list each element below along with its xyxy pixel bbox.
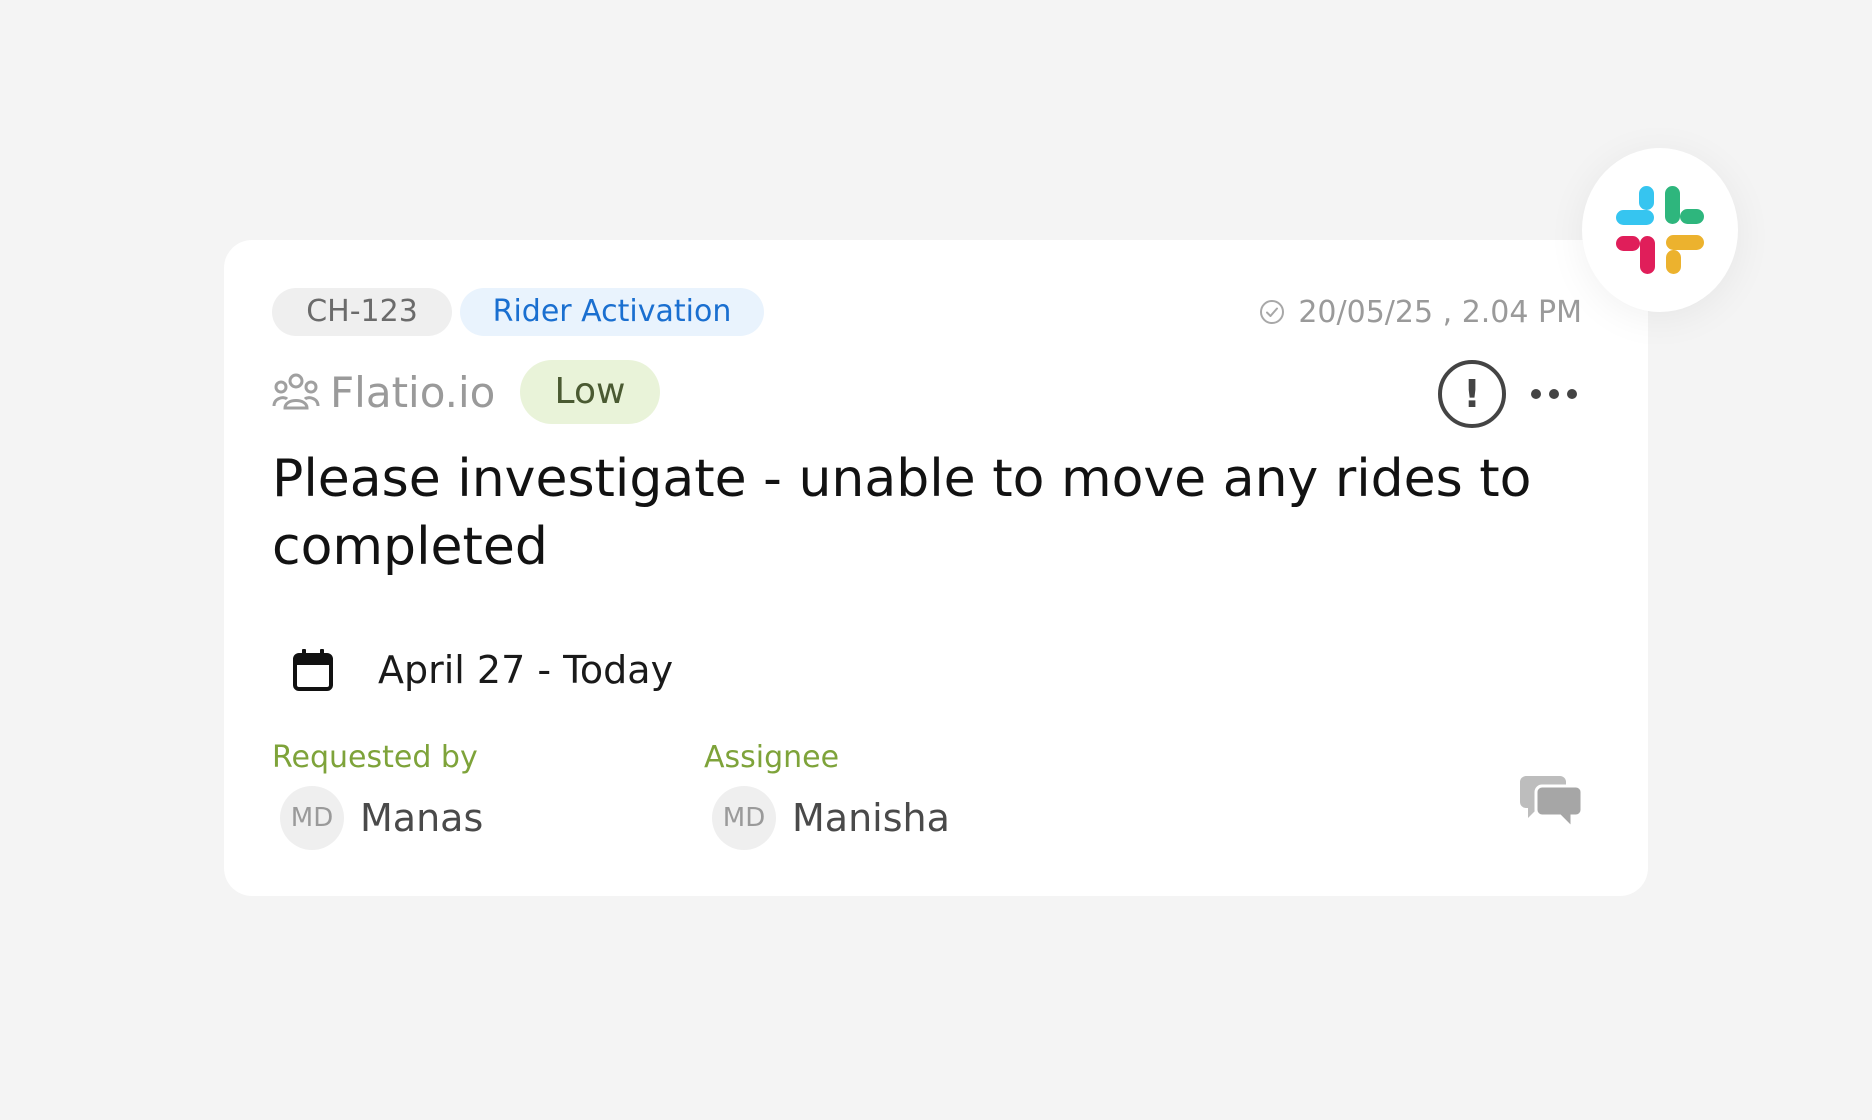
requested-by-label: Requested by bbox=[272, 740, 478, 775]
assignee[interactable]: MD Manisha bbox=[712, 786, 950, 850]
slack-logo-icon bbox=[1616, 186, 1704, 274]
check-circle-icon bbox=[1260, 300, 1285, 324]
calendar-icon bbox=[293, 649, 333, 691]
more-options-button[interactable] bbox=[1524, 374, 1584, 414]
alert-button[interactable]: ! bbox=[1438, 360, 1506, 428]
requester[interactable]: MD Manas bbox=[280, 786, 483, 850]
ticket-title[interactable]: Please investigate - unable to move any … bbox=[272, 445, 1602, 581]
date-range-text: April 27 - Today bbox=[378, 648, 674, 692]
priority-badge[interactable]: Low bbox=[520, 360, 660, 424]
avatar: MD bbox=[280, 786, 344, 850]
team-icon bbox=[272, 373, 320, 410]
category-tag[interactable]: Rider Activation bbox=[460, 288, 764, 336]
canvas: CH-123 Rider Activation 20/05/25 , 2.04 … bbox=[0, 0, 1872, 1120]
ticket-id-tag[interactable]: CH-123 bbox=[272, 288, 452, 336]
ticket-card[interactable]: CH-123 Rider Activation 20/05/25 , 2.04 … bbox=[224, 240, 1648, 896]
assignee-name: Manisha bbox=[792, 796, 950, 840]
timestamp-text: 20/05/25 , 2.04 PM bbox=[1298, 294, 1582, 330]
organization[interactable]: Flatio.io bbox=[272, 360, 495, 424]
assignee-label: Assignee bbox=[704, 740, 840, 775]
date-range[interactable]: April 27 - Today bbox=[292, 640, 673, 700]
slack-integration-badge[interactable] bbox=[1582, 148, 1738, 312]
requester-name: Manas bbox=[360, 796, 484, 840]
organization-name: Flatio.io bbox=[330, 367, 496, 417]
ticket-timestamp: 20/05/25 , 2.04 PM bbox=[1258, 290, 1582, 334]
avatar: MD bbox=[712, 786, 776, 850]
more-horizontal-icon bbox=[1531, 389, 1541, 399]
chat-bubbles-icon bbox=[1520, 776, 1584, 832]
exclamation-circle-icon: ! bbox=[1463, 372, 1481, 416]
comments-button[interactable] bbox=[1520, 772, 1584, 832]
